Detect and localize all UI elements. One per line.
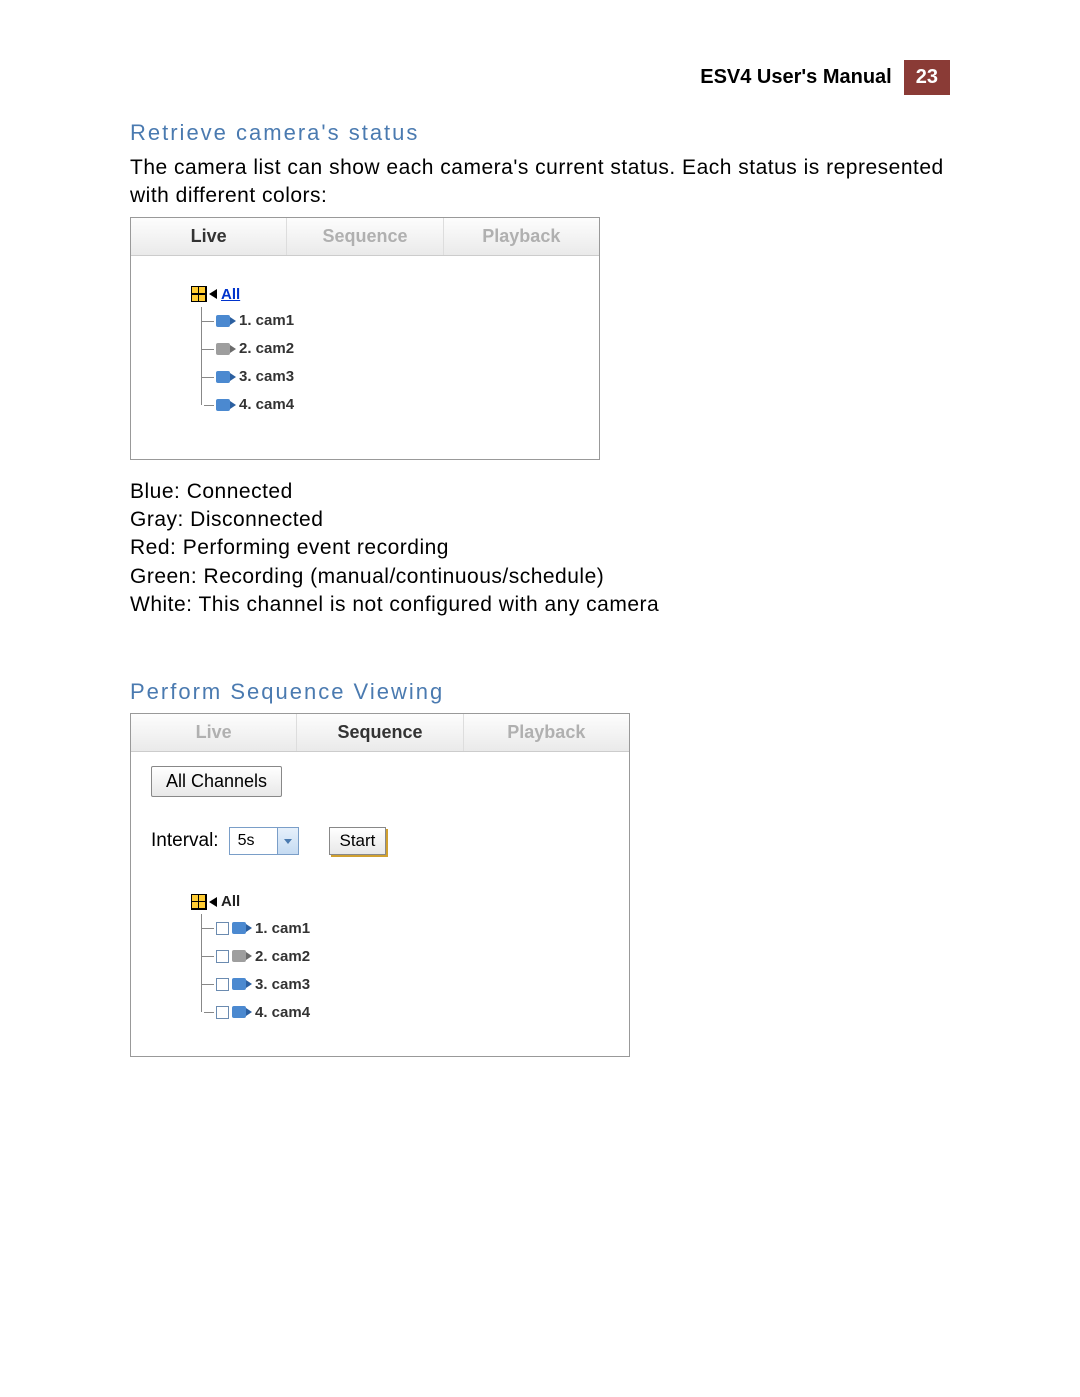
tab-live[interactable]: Live	[131, 218, 287, 255]
tab-sequence[interactable]: Sequence	[297, 714, 463, 751]
camera-icon	[216, 313, 236, 329]
section-heading-status: Retrieve camera's status	[130, 120, 950, 146]
grid-icon	[191, 894, 207, 910]
camera-icon	[232, 948, 252, 964]
camera-icon	[216, 369, 236, 385]
camera-item-1[interactable]: 1. cam1	[202, 307, 579, 335]
camera-item-2[interactable]: 2. cam2	[202, 942, 609, 970]
tab-playback[interactable]: Playback	[464, 714, 629, 751]
camera-item-2[interactable]: 2. cam2	[202, 335, 579, 363]
camera-icon	[216, 341, 236, 357]
all-channels-button[interactable]: All Channels	[151, 766, 282, 797]
tab-row: Live Sequence Playback	[131, 218, 599, 256]
legend-red: Red: Performing event recording	[130, 534, 950, 562]
checkbox[interactable]	[216, 1006, 229, 1019]
tree-root-all[interactable]: All	[191, 893, 609, 910]
legend-blue: Blue: Connected	[130, 478, 950, 506]
camera-label: 2. cam2	[255, 948, 310, 965]
interval-value: 5s	[230, 832, 277, 850]
page-number: 23	[904, 60, 950, 95]
tab-sequence[interactable]: Sequence	[287, 218, 443, 255]
checkbox[interactable]	[216, 950, 229, 963]
camera-label: 1. cam1	[255, 920, 310, 937]
interval-label: Interval:	[151, 830, 219, 852]
camera-icon	[216, 397, 236, 413]
camera-icon	[232, 1004, 252, 1020]
camera-label: 2. cam2	[239, 340, 294, 357]
camera-label: 3. cam3	[239, 368, 294, 385]
grid-icon	[191, 286, 207, 302]
camera-icon	[232, 976, 252, 992]
camera-item-3[interactable]: 3. cam3	[202, 970, 609, 998]
interval-select[interactable]: 5s	[229, 827, 299, 855]
checkbox[interactable]	[216, 978, 229, 991]
camera-label: 3. cam3	[255, 976, 310, 993]
speaker-icon	[209, 897, 217, 907]
camera-icon	[232, 920, 252, 936]
tab-playback[interactable]: Playback	[444, 218, 599, 255]
page-header: ESV4 User's Manual 23	[692, 60, 950, 95]
tab-live[interactable]: Live	[131, 714, 297, 751]
camera-label: 4. cam4	[255, 1004, 310, 1021]
sequence-panel: Live Sequence Playback All Channels Inte…	[130, 713, 630, 1057]
start-button[interactable]: Start	[329, 827, 387, 855]
all-label: All	[221, 893, 240, 910]
camera-label: 4. cam4	[239, 396, 294, 413]
camera-status-panel: Live Sequence Playback All 1. cam1	[130, 217, 600, 460]
section-intro: The camera list can show each camera's c…	[130, 154, 950, 211]
manual-title: ESV4 User's Manual	[692, 60, 900, 95]
all-link[interactable]: All	[221, 286, 240, 303]
tree-root-all[interactable]: All	[191, 286, 579, 303]
tab-row: Live Sequence Playback	[131, 714, 629, 752]
camera-item-4[interactable]: 4. cam4	[202, 998, 609, 1026]
checkbox[interactable]	[216, 922, 229, 935]
section-heading-sequence: Perform Sequence Viewing	[130, 679, 950, 705]
camera-item-3[interactable]: 3. cam3	[202, 363, 579, 391]
camera-item-1[interactable]: 1. cam1	[202, 914, 609, 942]
legend-white: White: This channel is not configured wi…	[130, 591, 950, 619]
chevron-down-icon	[277, 828, 298, 854]
legend-gray: Gray: Disconnected	[130, 506, 950, 534]
speaker-icon	[209, 289, 217, 299]
camera-label: 1. cam1	[239, 312, 294, 329]
legend-green: Green: Recording (manual/continuous/sche…	[130, 563, 950, 591]
camera-item-4[interactable]: 4. cam4	[202, 391, 579, 419]
